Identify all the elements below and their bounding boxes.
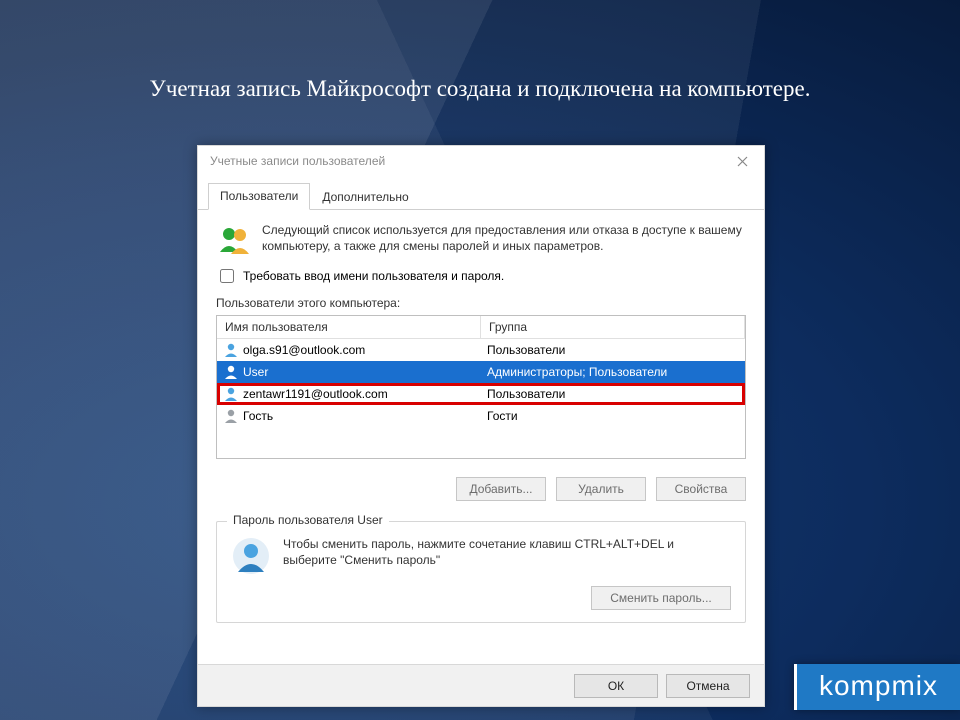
cell-username: olga.s91@outlook.com — [243, 343, 365, 357]
tab-users[interactable]: Пользователи — [208, 183, 310, 210]
list-row[interactable]: User Администраторы; Пользователи — [217, 361, 745, 383]
require-login-checkbox[interactable] — [220, 269, 234, 283]
require-login-row[interactable]: Требовать ввод имени пользователя и паро… — [216, 266, 746, 286]
close-button[interactable] — [728, 149, 756, 173]
ok-button[interactable]: ОК — [574, 674, 658, 698]
cell-group: Пользователи — [481, 340, 745, 360]
cell-username: Гость — [243, 409, 273, 423]
cell-username: zentawr1191@outlook.com — [243, 387, 388, 401]
cell-group: Пользователи — [481, 384, 745, 404]
users-label: Пользователи этого компьютера: — [216, 296, 746, 310]
cell-group: Гости — [481, 406, 745, 426]
titlebar: Учетные записи пользователей — [198, 146, 764, 176]
cell-username: User — [243, 365, 268, 379]
group-text: Чтобы сменить пароль, нажмите сочетание … — [283, 536, 731, 568]
close-icon — [737, 156, 748, 167]
users-listview[interactable]: Имя пользователя Группа olga.s91@outlook… — [216, 315, 746, 459]
window-title: Учетные записи пользователей — [210, 154, 385, 168]
cancel-button[interactable]: Отмена — [666, 674, 750, 698]
user-accounts-dialog: Учетные записи пользователей Пользовател… — [197, 145, 765, 707]
tab-advanced[interactable]: Дополнительно — [310, 184, 420, 210]
password-group: Пароль пользователя User Чтобы сменить п… — [216, 521, 746, 623]
user-icon — [223, 386, 239, 402]
intro-block: Следующий список используется для предос… — [216, 222, 746, 258]
user-icon — [223, 408, 239, 424]
user-icon — [223, 342, 239, 358]
tabstrip: Пользователи Дополнительно — [198, 176, 764, 210]
watermark: kompmix — [794, 664, 960, 710]
tab-content: Следующий список используется для предос… — [198, 210, 764, 623]
cell-group: Администраторы; Пользователи — [481, 362, 745, 382]
list-header: Имя пользователя Группа — [217, 316, 745, 339]
dialog-footer: ОК Отмена — [198, 664, 764, 706]
user-icon — [223, 364, 239, 380]
require-login-label: Требовать ввод имени пользователя и паро… — [243, 269, 504, 283]
list-row[interactable]: olga.s91@outlook.com Пользователи — [217, 339, 745, 361]
add-button[interactable]: Добавить... — [456, 477, 546, 501]
list-row[interactable]: Гость Гости — [217, 405, 745, 427]
remove-button[interactable]: Удалить — [556, 477, 646, 501]
list-actions: Добавить... Удалить Свойства — [216, 477, 746, 501]
intro-text: Следующий список используется для предос… — [262, 222, 746, 258]
slide-caption: Учетная запись Майкрософт создана и подк… — [0, 76, 960, 102]
change-password-button[interactable]: Сменить пароль... — [591, 586, 731, 610]
col-group[interactable]: Группа — [481, 316, 745, 338]
list-row-highlighted[interactable]: zentawr1191@outlook.com Пользователи — [217, 383, 745, 405]
users-pair-icon — [216, 222, 252, 258]
col-username[interactable]: Имя пользователя — [217, 316, 481, 338]
properties-button[interactable]: Свойства — [656, 477, 746, 501]
group-legend: Пароль пользователя User — [227, 513, 389, 527]
user-avatar-icon — [231, 536, 271, 576]
